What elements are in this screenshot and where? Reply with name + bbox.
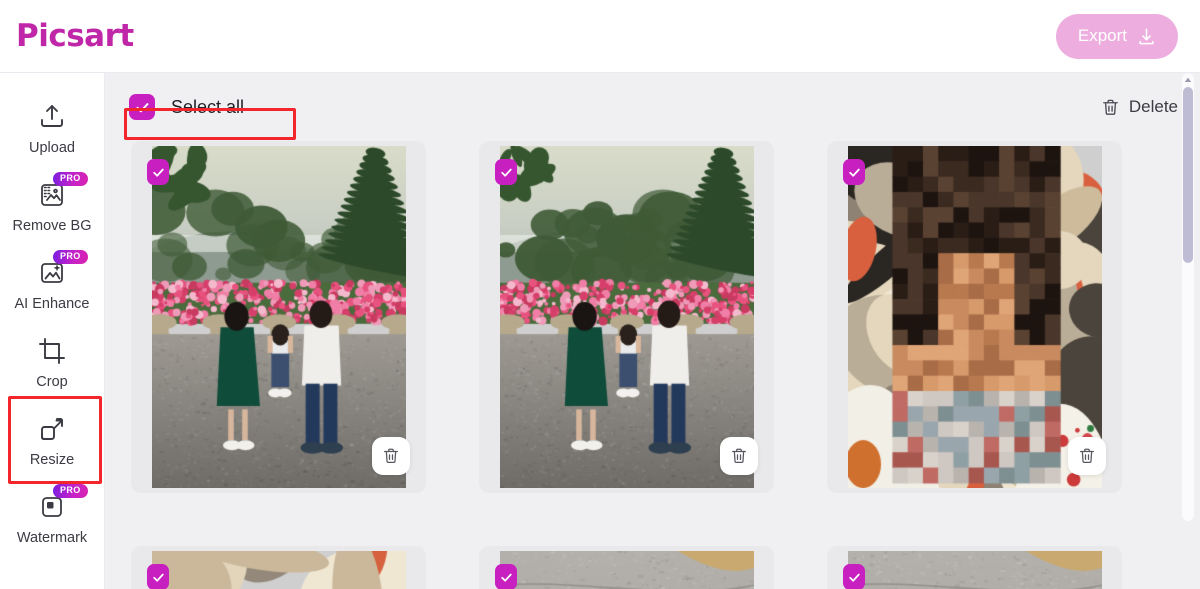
- sidebar-item-label: AI Enhance: [14, 295, 90, 312]
- image-card[interactable]: [479, 546, 774, 589]
- sidebar-item-removebg[interactable]: PRO Remove BG: [0, 167, 104, 245]
- image-thumbnail[interactable]: [151, 146, 406, 488]
- image-select-checkbox[interactable]: [147, 159, 169, 185]
- upload-icon: [36, 101, 68, 133]
- sidebar-item-label: Remove BG: [12, 217, 92, 234]
- pro-badge: PRO: [53, 249, 88, 264]
- trash-icon: [382, 447, 400, 465]
- sidebar-item-upload[interactable]: Upload: [0, 89, 104, 167]
- download-icon: [1137, 27, 1156, 46]
- scrollbar-thumb[interactable]: [1183, 87, 1193, 263]
- image-select-checkbox[interactable]: [843, 564, 865, 589]
- resize-icon: [36, 413, 68, 445]
- export-button-label: Export: [1077, 26, 1127, 45]
- image-card[interactable]: [827, 546, 1122, 589]
- image-thumbnail[interactable]: [151, 551, 406, 589]
- image-thumbnail[interactable]: [847, 146, 1102, 488]
- image-select-checkbox[interactable]: [495, 159, 517, 185]
- image-thumbnail[interactable]: [847, 551, 1102, 589]
- image-select-checkbox[interactable]: [843, 159, 865, 185]
- crop-icon: [36, 335, 68, 367]
- ai-enhance-icon: PRO: [36, 249, 88, 289]
- sidebar-item-label: Crop: [36, 373, 68, 390]
- image-card[interactable]: [827, 141, 1122, 493]
- select-all-label: Select all: [171, 96, 245, 117]
- sidebar-item-label: Upload: [29, 139, 75, 156]
- sidebar-item-label: Watermark: [16, 529, 88, 546]
- select-all-control[interactable]: Select all: [129, 94, 244, 120]
- sidebar-item-watermark[interactable]: PRO Watermark: [0, 479, 104, 557]
- top-bar: Picsart Export: [0, 0, 1200, 73]
- tool-sidebar: Upload PRO Remove BG PRO AI Enhance Crop R…: [0, 73, 105, 589]
- image-card[interactable]: [131, 141, 426, 493]
- scroll-up-arrow-icon[interactable]: [1183, 75, 1193, 85]
- picsart-logo[interactable]: Picsart: [16, 18, 134, 54]
- image-card[interactable]: [131, 546, 426, 589]
- gallery-toolbar: Select all Delete: [105, 73, 1200, 141]
- watermark-icon: PRO: [36, 483, 88, 523]
- image-select-checkbox[interactable]: [495, 564, 517, 589]
- image-delete-button[interactable]: [372, 437, 410, 475]
- image-thumbnail[interactable]: [499, 551, 754, 589]
- sidebar-item-label: Resize: [29, 451, 75, 468]
- image-select-checkbox[interactable]: [147, 564, 169, 589]
- image-delete-button[interactable]: [720, 437, 758, 475]
- trash-icon: [1101, 98, 1120, 117]
- image-thumbnail[interactable]: [499, 146, 754, 488]
- delete-label: Delete: [1128, 97, 1178, 116]
- sidebar-item-aienhance[interactable]: PRO AI Enhance: [0, 245, 104, 323]
- picsart-editor-window: Picsart Export Upload PRO Remove BG PRO AI…: [0, 0, 1200, 589]
- remove-bg-icon: PRO: [36, 171, 88, 211]
- select-all-checkbox[interactable]: [129, 94, 155, 120]
- image-card[interactable]: [479, 141, 774, 493]
- sidebar-item-resize[interactable]: Resize: [0, 401, 104, 479]
- delete-selected-button[interactable]: Delete: [1101, 97, 1178, 117]
- gallery-scrollbar[interactable]: [1182, 73, 1194, 521]
- export-button[interactable]: Export: [1055, 13, 1178, 59]
- image-grid: [105, 141, 1200, 589]
- pro-badge: PRO: [53, 171, 88, 186]
- pro-badge: PRO: [53, 483, 88, 498]
- gallery-panel: Select all Delete: [105, 73, 1200, 589]
- image-delete-button[interactable]: [1068, 437, 1106, 475]
- trash-icon: [730, 447, 748, 465]
- trash-icon: [1078, 447, 1096, 465]
- sidebar-item-crop[interactable]: Crop: [0, 323, 104, 401]
